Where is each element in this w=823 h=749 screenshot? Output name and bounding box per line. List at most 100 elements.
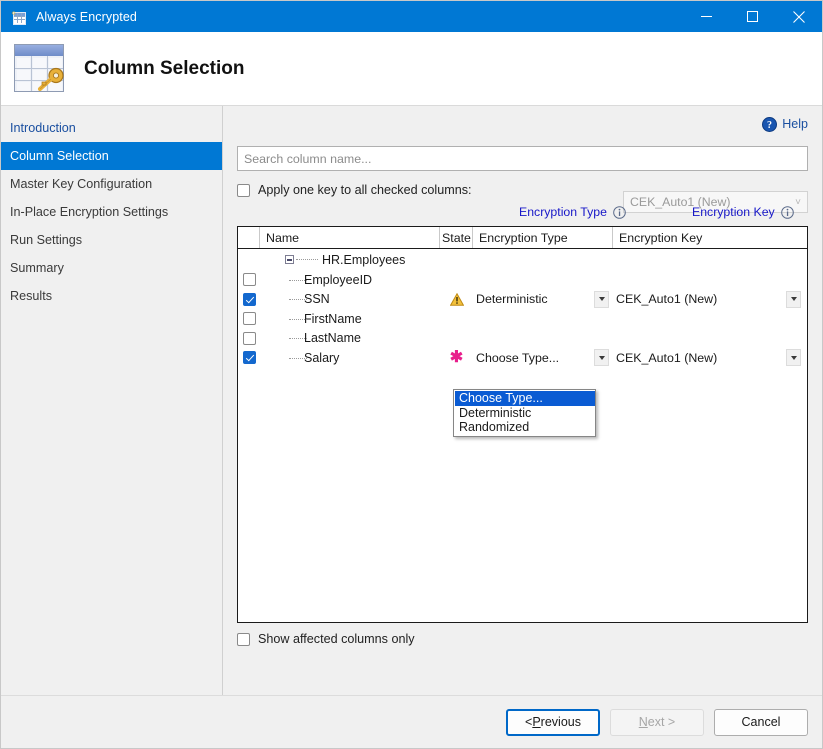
show-affected-checkbox[interactable]: [237, 633, 250, 646]
apply-one-key-label: Apply one key to all checked columns:: [258, 183, 472, 197]
encryption-type-combobox-ssn[interactable]: Deterministic: [473, 290, 613, 308]
window-title: Always Encrypted: [36, 10, 137, 24]
page-header: Column Selection: [1, 32, 822, 106]
row-checkbox-cell: [238, 293, 260, 306]
table-key-large-icon: [12, 43, 68, 95]
previous-button[interactable]: < Previous: [506, 709, 600, 736]
grid-header-checkbox: [238, 227, 260, 248]
sidebar-item-run-settings[interactable]: Run Settings: [1, 226, 222, 254]
table-row[interactable]: LastName: [238, 329, 807, 349]
body: Introduction Column Selection Master Key…: [1, 106, 822, 749]
asterisk-icon: ✱: [450, 351, 463, 364]
maximize-button[interactable]: [729, 1, 775, 32]
cancel-button[interactable]: Cancel: [714, 709, 808, 736]
title-bar: ⚬ Always Encrypted: [1, 1, 822, 32]
row-checkbox-lastname[interactable]: [243, 332, 256, 345]
tree-connector: [296, 259, 318, 260]
info-icon: [781, 206, 794, 219]
dropdown-option-randomized[interactable]: Randomized: [455, 420, 595, 435]
table-row[interactable]: SSN Deterministic: [238, 290, 807, 310]
row-checkbox-cell: [238, 332, 260, 345]
page-title: Column Selection: [84, 58, 244, 80]
row-name-cell: Salary: [260, 351, 440, 365]
help-circle-icon: ?: [762, 117, 777, 132]
grid-header-name[interactable]: Name: [260, 227, 440, 248]
sidebar-item-summary[interactable]: Summary: [1, 254, 222, 282]
table-row-root[interactable]: HR.Employees: [238, 249, 807, 270]
encryption-key-combobox-salary[interactable]: CEK_Auto1 (New): [613, 349, 807, 367]
help-link[interactable]: ? Help: [762, 117, 808, 132]
chevron-down-icon[interactable]: [594, 291, 609, 308]
tree-collapse-icon[interactable]: [285, 255, 294, 264]
row-name-cell: SSN: [260, 292, 440, 306]
previous-button-accel: P: [532, 715, 540, 729]
previous-button-pre: <: [525, 715, 532, 729]
encryption-type-value-ssn: Deterministic: [473, 292, 548, 306]
row-name-cell: EmployeeID: [260, 273, 440, 287]
table-row[interactable]: Salary ✱ Choose Type... CEK_Auto1 (New): [238, 348, 807, 368]
sidebar-item-master-key-configuration[interactable]: Master Key Configuration: [1, 170, 222, 198]
row-key-cell: CEK_Auto1 (New): [613, 349, 807, 367]
table-key-icon: ⚬: [11, 9, 27, 25]
grid-header-row: Name State Encryption Type Encryption Ke…: [238, 227, 807, 249]
sidebar-item-introduction[interactable]: Introduction: [1, 114, 222, 142]
wizard-footer: < Previous Next > Cancel: [1, 696, 822, 748]
encryption-type-combobox-salary[interactable]: Choose Type...: [473, 349, 613, 367]
encryption-type-dropdown-list[interactable]: Choose Type... Deterministic Randomized: [453, 389, 596, 437]
root-name-cell: HR.Employees: [260, 253, 440, 267]
dropdown-option-choose-type[interactable]: Choose Type...: [455, 391, 595, 406]
svg-text:?: ?: [767, 120, 772, 131]
grid-header-encryption-type[interactable]: Encryption Type: [473, 227, 613, 248]
encryption-key-combobox-ssn[interactable]: CEK_Auto1 (New): [613, 290, 807, 308]
show-affected-row: Show affected columns only: [237, 632, 808, 646]
encryption-type-value-salary: Choose Type...: [473, 351, 559, 365]
encryption-key-value-salary: CEK_Auto1 (New): [613, 351, 717, 365]
show-affected-label: Show affected columns only: [258, 632, 415, 646]
row-checkbox-cell: [238, 273, 260, 286]
row-state-cell: [440, 293, 473, 306]
search-input[interactable]: [237, 146, 808, 171]
row-name-employeeid: EmployeeID: [300, 273, 372, 287]
row-checkbox-cell: [238, 312, 260, 325]
close-button[interactable]: [775, 1, 822, 32]
grid-header-encryption-key[interactable]: Encryption Key: [613, 227, 807, 248]
row-type-cell: Choose Type...: [473, 349, 613, 367]
row-name-firstname: FirstName: [300, 312, 362, 326]
table-row[interactable]: EmployeeID: [238, 270, 807, 290]
search-wrapper: [237, 146, 808, 171]
sidebar-item-in-place-encryption-settings[interactable]: In-Place Encryption Settings: [1, 198, 222, 226]
table-row[interactable]: FirstName: [238, 309, 807, 329]
encryption-key-value-ssn: CEK_Auto1 (New): [613, 292, 717, 306]
next-button-accel: N: [639, 715, 648, 729]
row-checkbox-cell: [238, 351, 260, 364]
encryption-key-link[interactable]: Encryption Key: [692, 205, 794, 219]
row-checkbox-ssn[interactable]: [243, 293, 256, 306]
dropdown-option-deterministic[interactable]: Deterministic: [455, 406, 595, 421]
help-row: ? Help: [237, 106, 808, 136]
chevron-down-icon[interactable]: [786, 349, 801, 366]
row-name-cell: FirstName: [260, 312, 440, 326]
row-type-cell: Deterministic: [473, 290, 613, 308]
encryption-key-link-label: Encryption Key: [692, 205, 775, 219]
chevron-down-icon[interactable]: [786, 291, 801, 308]
column-info-links: Encryption Type Encryption Key: [237, 205, 808, 224]
encryption-type-link-label: Encryption Type: [519, 205, 607, 219]
row-checkbox-salary[interactable]: [243, 351, 256, 364]
next-button[interactable]: Next >: [610, 709, 704, 736]
chevron-down-icon[interactable]: [594, 349, 609, 366]
grid-header-state[interactable]: State: [440, 227, 473, 248]
sidebar-item-column-selection[interactable]: Column Selection: [1, 142, 222, 170]
apply-one-key-checkbox[interactable]: [237, 184, 250, 197]
warning-icon: [450, 293, 464, 306]
minimize-button[interactable]: [683, 1, 729, 32]
next-button-post: ext >: [648, 715, 675, 729]
info-icon: [613, 206, 626, 219]
cancel-button-label: Cancel: [742, 715, 781, 729]
row-checkbox-employeeid[interactable]: [243, 273, 256, 286]
row-checkbox-firstname[interactable]: [243, 312, 256, 325]
previous-button-post: revious: [541, 715, 581, 729]
encryption-type-link[interactable]: Encryption Type: [519, 205, 626, 219]
row-name-lastname: LastName: [300, 331, 361, 345]
sidebar-item-results[interactable]: Results: [1, 282, 222, 310]
key-glyph-icon: [35, 67, 65, 91]
